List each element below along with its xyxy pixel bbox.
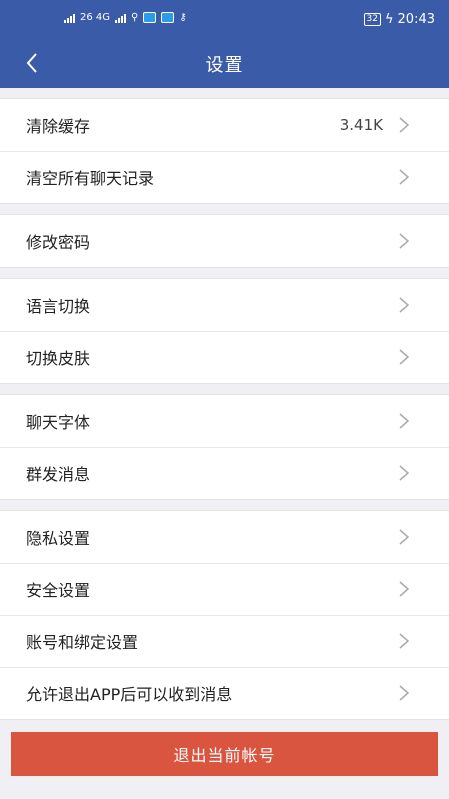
- chevron-right-icon: [399, 581, 410, 597]
- signal-icon-2: [115, 13, 127, 23]
- logout-button[interactable]: 退出当前帐号: [11, 732, 438, 776]
- row-label: 安全设置: [26, 581, 91, 600]
- chevron-right-icon: [399, 465, 410, 481]
- chevron-right-icon: [399, 117, 410, 133]
- row-skin[interactable]: 切换皮肤: [0, 331, 449, 383]
- settings-group-password: 修改密码: [0, 214, 449, 268]
- battery-icon: 32: [363, 13, 381, 26]
- status-icons-right: 32 ϟ 20:43: [363, 12, 435, 27]
- key-icon: ⚷: [179, 12, 187, 23]
- chevron-right-icon: [399, 233, 410, 249]
- charging-icon: ϟ: [384, 12, 394, 27]
- chevron-right-icon: [399, 529, 410, 545]
- nav-bar: 设置: [0, 38, 449, 88]
- settings-group-chat: 聊天字体 群发消息: [0, 394, 449, 500]
- row-account-binding[interactable]: 账号和绑定设置: [0, 615, 449, 667]
- app-notification-icon: [161, 12, 175, 23]
- row-label: 切换皮肤: [26, 349, 91, 368]
- settings-group-cache: 清除缓存 3.41K 清空所有聊天记录: [0, 98, 449, 204]
- chevron-right-icon: [399, 633, 410, 649]
- row-broadcast-message[interactable]: 群发消息: [0, 447, 449, 499]
- chevron-right-icon: [399, 685, 410, 701]
- row-chat-font[interactable]: 聊天字体: [0, 395, 449, 447]
- row-label: 账号和绑定设置: [26, 633, 139, 652]
- row-privacy[interactable]: 隐私设置: [0, 511, 449, 563]
- row-clear-cache[interactable]: 清除缓存 3.41K: [0, 99, 449, 151]
- chevron-right-icon: [399, 413, 410, 429]
- row-label: 语言切换: [26, 297, 91, 316]
- status-bar: 26 4G ⚲ ⚷ 32 ϟ 20:43: [0, 0, 449, 38]
- app-header: 26 4G ⚲ ⚷ 32 ϟ 20:43 设置: [0, 0, 449, 88]
- notification-icon: [143, 12, 157, 23]
- status-time: 20:43: [397, 12, 435, 27]
- row-clear-chat-history[interactable]: 清空所有聊天记录: [0, 151, 449, 203]
- signal-icon: [64, 13, 75, 23]
- usb-icon: ⚲: [131, 12, 139, 23]
- row-label: 隐私设置: [26, 529, 91, 548]
- network-label: 26 4G: [80, 12, 111, 23]
- page-title: 设置: [205, 55, 244, 76]
- settings-group-privacy: 隐私设置 安全设置 账号和绑定设置 允许退出APP后可以收到消息: [0, 510, 449, 720]
- row-change-password[interactable]: 修改密码: [0, 215, 449, 267]
- row-security[interactable]: 安全设置: [0, 563, 449, 615]
- row-label: 群发消息: [26, 465, 91, 484]
- chevron-right-icon: [399, 349, 410, 365]
- chevron-right-icon: [399, 169, 410, 185]
- row-label: 允许退出APP后可以收到消息: [26, 685, 233, 704]
- row-label: 清空所有聊天记录: [26, 169, 155, 188]
- status-icons-left: 26 4G ⚲ ⚷: [64, 12, 187, 23]
- chevron-right-icon: [399, 297, 410, 313]
- row-label: 聊天字体: [26, 413, 91, 432]
- row-label: 清除缓存: [26, 117, 91, 136]
- row-background-messages[interactable]: 允许退出APP后可以收到消息: [0, 667, 449, 719]
- row-label: 修改密码: [26, 233, 91, 252]
- cache-size-value: 3.41K: [339, 116, 383, 134]
- settings-group-appearance: 语言切换 切换皮肤: [0, 278, 449, 384]
- row-language[interactable]: 语言切换: [0, 279, 449, 331]
